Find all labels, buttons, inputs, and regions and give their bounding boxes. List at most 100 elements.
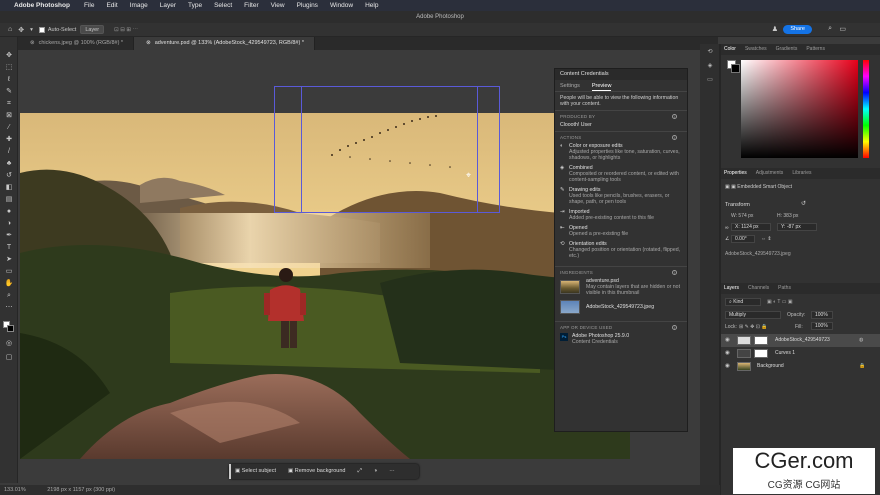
menu-window[interactable]: Window [330, 2, 353, 9]
transform-icon[interactable]: ⤢ [351, 464, 367, 479]
zoom-tool-icon[interactable]: ⌕ [4, 291, 14, 300]
menu-image[interactable]: Image [130, 2, 148, 9]
menu-view[interactable]: View [271, 2, 285, 9]
eraser-tool-icon[interactable]: ◧ [4, 183, 14, 192]
dodge-tool-icon[interactable]: ◑ [4, 219, 14, 228]
tab-paths[interactable]: Paths [778, 283, 791, 294]
more-options-button[interactable]: ··· [383, 464, 401, 479]
tab-adventure[interactable]: ⊗ adventure.psd @ 133% (AdobeStock_429549… [134, 37, 315, 50]
angle-field[interactable]: 0.00° [731, 235, 755, 243]
screen-mode-icon[interactable]: ▢ [4, 353, 14, 362]
width-field[interactable]: W: 574 px [731, 213, 753, 219]
tab-settings[interactable]: Settings [560, 80, 580, 91]
layer-row[interactable]: ◉ AdobeStock_429549723 ◍ [721, 334, 880, 347]
align-icons[interactable]: ⊡ ⊟ ⊞ ⋯ [114, 27, 138, 33]
link-icon[interactable]: ∞ [725, 225, 729, 231]
workspace-icon[interactable]: ▭ [839, 25, 846, 33]
hue-slider[interactable] [863, 60, 869, 158]
gradient-tool-icon[interactable]: ▤ [4, 195, 14, 204]
background-color-swatch[interactable] [7, 325, 14, 332]
layer-filter-select[interactable]: ⌕ Kind [725, 298, 761, 306]
marquee-tool-icon[interactable]: ⬚ [4, 63, 14, 72]
menu-plugins[interactable]: Plugins [297, 2, 318, 9]
type-tool-icon[interactable]: T [4, 243, 14, 252]
learn-icon[interactable]: ♟ [772, 25, 778, 33]
glyph-icon[interactable]: ◈ [706, 62, 714, 69]
tab-chickens[interactable]: ⊗ chickens.jpeg @ 100% (RGB/8#) * [18, 37, 135, 50]
info-icon[interactable]: i [672, 135, 677, 140]
history-icon[interactable]: ⟲ [706, 48, 714, 55]
menu-select[interactable]: Select [214, 2, 232, 9]
blur-tool-icon[interactable]: ● [4, 207, 14, 216]
tab-adjustments[interactable]: Adjustments [756, 168, 784, 179]
opacity-field[interactable]: 100% [811, 311, 833, 319]
color-picker-field[interactable] [741, 60, 858, 158]
layer-row[interactable]: ◉ Curves 1 [721, 347, 880, 360]
quick-select-tool-icon[interactable]: ✎ [4, 87, 14, 96]
home-icon[interactable]: ⌂ [8, 26, 12, 33]
frame-tool-icon[interactable]: ⊠ [4, 111, 14, 120]
selection-bounding-box-inner[interactable] [301, 86, 478, 213]
menu-type[interactable]: Type [188, 2, 202, 9]
eye-icon[interactable]: ◉ [725, 334, 730, 347]
menu-filter[interactable]: Filter [244, 2, 258, 9]
brush-settings-icon[interactable]: ▭ [706, 76, 714, 83]
close-icon[interactable]: ⊗ [30, 40, 35, 46]
smart-filter-icon[interactable]: ◍ [859, 334, 863, 347]
eyedropper-tool-icon[interactable]: ⁄ [4, 123, 14, 132]
shape-tool-icon[interactable]: ▭ [4, 267, 14, 276]
tab-properties[interactable]: Properties [724, 168, 747, 179]
pen-tool-icon[interactable]: ✒ [4, 231, 14, 240]
move-tool-icon[interactable]: ✥ [4, 51, 14, 60]
adjustment-icon[interactable]: ◑ [368, 464, 383, 479]
brush-tool-icon[interactable]: / [4, 147, 14, 156]
move-tool-icon[interactable]: ✥ [18, 26, 24, 34]
blend-mode-select[interactable]: Multiply [725, 311, 781, 319]
tab-patterns[interactable]: Patterns [806, 44, 825, 55]
path-select-tool-icon[interactable]: ➤ [4, 255, 14, 264]
x-field[interactable]: X: 1124 px [731, 223, 771, 231]
app-name[interactable]: Adobe Photoshop [14, 2, 70, 9]
more-tools-icon[interactable]: ⋯ [4, 303, 14, 312]
background-color-swatch[interactable] [731, 64, 740, 73]
select-subject-button[interactable]: ▣ Select subject [229, 464, 282, 479]
lasso-tool-icon[interactable]: ℓ [4, 75, 14, 84]
auto-select-checkbox[interactable] [38, 26, 45, 33]
info-icon[interactable]: i [672, 325, 677, 330]
lock-icons[interactable]: ⊞ ✎ ✥ ⊡ 🔒 [739, 324, 768, 330]
flip-icons[interactable]: ⇔ ⇕ [761, 236, 772, 242]
auto-select-target-select[interactable]: Layer [80, 25, 105, 34]
y-field[interactable]: Y: -87 px [777, 223, 817, 231]
menu-layer[interactable]: Layer [160, 2, 176, 9]
ingredient-item[interactable]: adventure.psd May contain layers that are… [560, 278, 682, 296]
layer-row[interactable]: ◉ Background 🔒 [721, 360, 880, 373]
share-button[interactable]: Share [783, 25, 812, 34]
zoom-level[interactable]: 133.01% [4, 487, 26, 493]
crop-tool-icon[interactable]: ⌗ [4, 99, 14, 108]
hand-tool-icon[interactable]: ✋ [4, 279, 14, 288]
height-field[interactable]: H: 383 px [777, 213, 798, 219]
remove-background-button[interactable]: ▣ Remove background [282, 464, 352, 479]
filter-icons[interactable]: ▣ ◐ T ▭ ▣ [767, 299, 793, 305]
eye-icon[interactable]: ◉ [725, 360, 730, 373]
tab-swatches[interactable]: Swatches [745, 44, 767, 55]
close-icon[interactable]: ⊗ [146, 40, 151, 46]
search-icon[interactable]: ⌕ [828, 25, 832, 33]
tab-libraries[interactable]: Libraries [792, 168, 811, 179]
stamp-tool-icon[interactable]: ♣ [4, 159, 14, 168]
tab-gradients[interactable]: Gradients [776, 44, 798, 55]
menu-help[interactable]: Help [365, 2, 378, 9]
ingredient-item[interactable]: AdobeStock_429549723.jpeg [560, 300, 682, 314]
info-icon[interactable]: i [672, 114, 677, 119]
eye-icon[interactable]: ◉ [725, 347, 730, 360]
tab-layers[interactable]: Layers [724, 283, 739, 294]
tab-preview[interactable]: Preview [591, 80, 612, 91]
reset-transform-icon[interactable]: ↺ [801, 200, 806, 207]
tab-channels[interactable]: Channels [748, 283, 769, 294]
info-icon[interactable]: i [672, 270, 677, 275]
tab-color[interactable]: Color [724, 44, 736, 55]
healing-tool-icon[interactable]: ✚ [4, 135, 14, 144]
history-brush-tool-icon[interactable]: ↺ [4, 171, 14, 180]
fill-field[interactable]: 100% [811, 322, 833, 330]
quick-mask-icon[interactable]: ◎ [4, 339, 14, 348]
